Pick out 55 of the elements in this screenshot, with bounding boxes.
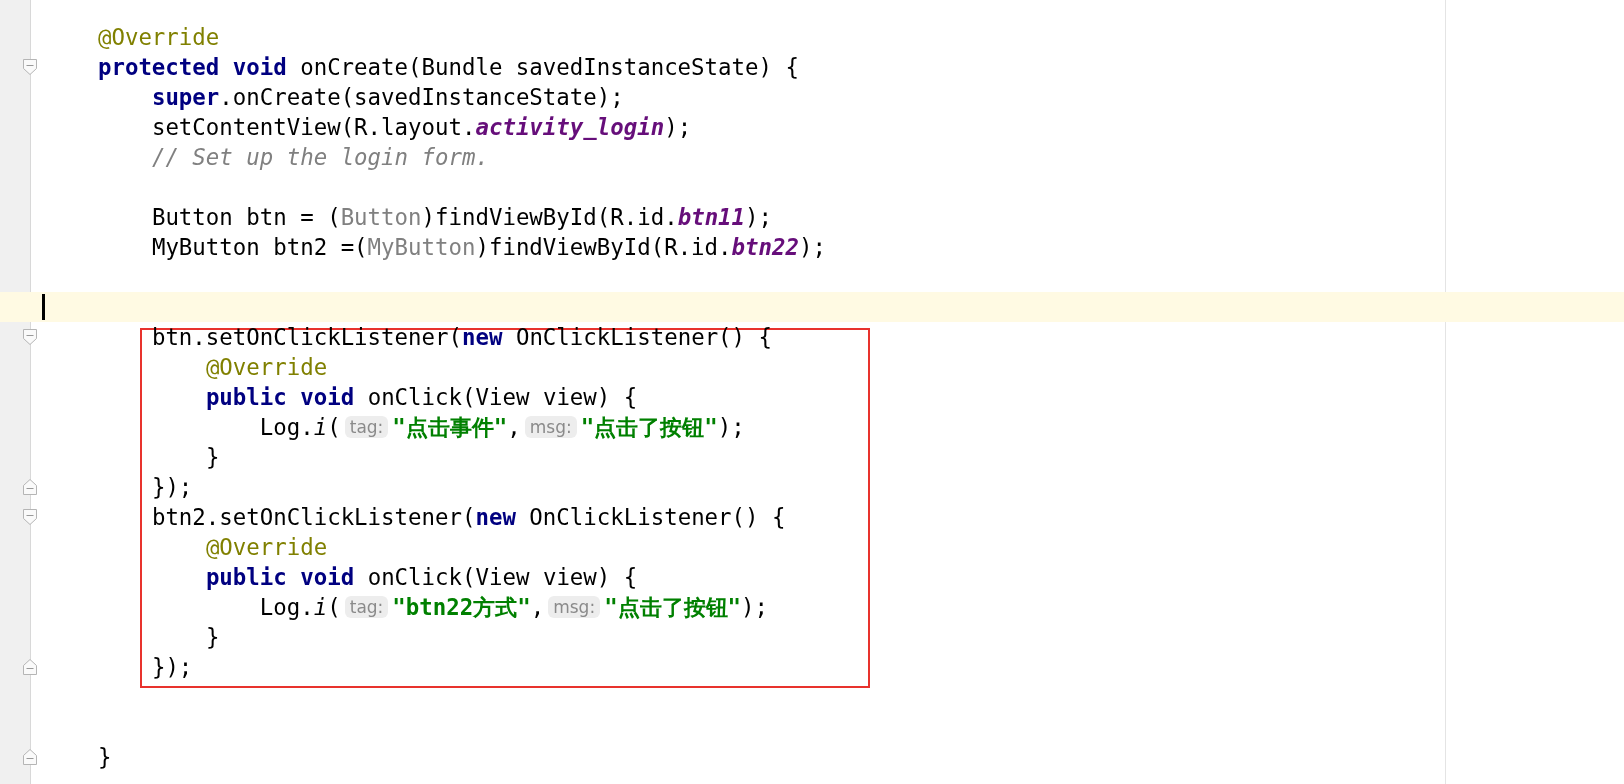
code-text: onClick(View view) { — [366, 384, 638, 410]
code-text: Button btn = ( — [151, 204, 341, 230]
keyword: protected void — [97, 54, 287, 80]
code-text: btn2.setOnClickListener( — [151, 504, 476, 530]
code-text: , — [507, 414, 521, 440]
code-text: ( — [327, 594, 341, 620]
parameter-hint: tag: — [344, 416, 389, 438]
code-text: ); — [741, 594, 769, 620]
annotation: @Override — [205, 534, 328, 560]
code-text: } — [205, 444, 220, 470]
annotation: @Override — [205, 354, 328, 380]
code-text: onCreate(Bundle savedInstanceState) { — [299, 54, 799, 80]
keyword: public void — [205, 564, 355, 590]
code-text: )findViewById(R.id. — [475, 234, 732, 260]
code-text: ); — [664, 114, 692, 140]
string-literal: "btn22方式" — [392, 592, 531, 622]
code-text: Log. — [259, 414, 314, 440]
code-text: .onCreate(savedInstanceState); — [219, 84, 624, 110]
code-text: ); — [745, 204, 773, 230]
type-name: Button — [340, 204, 422, 230]
string-literal: "点击事件" — [392, 412, 508, 442]
annotation: @Override — [97, 24, 220, 50]
type-name: MyButton — [367, 234, 476, 260]
method-name: i — [313, 414, 328, 440]
code-text: }); — [151, 474, 193, 500]
keyword: new — [475, 504, 516, 530]
keyword: new — [461, 324, 503, 350]
parameter-hint: tag: — [344, 596, 389, 618]
parameter-hint: msg: — [524, 416, 577, 438]
keyword: super — [151, 84, 220, 110]
field-reference: btn11 — [677, 204, 746, 230]
string-literal: "点击了按钮" — [580, 412, 718, 442]
code-text: onClick(View view) { — [366, 564, 638, 590]
code-text: ); — [799, 234, 826, 260]
code-text: MyButton btn2 =( — [151, 234, 368, 260]
text-caret — [42, 294, 45, 320]
code-text: )findViewById(R.id. — [421, 204, 678, 230]
code-text: ); — [717, 414, 745, 440]
field-reference: btn22 — [731, 234, 799, 260]
code-comment: // Set up the login form. — [151, 144, 489, 170]
code-text: ( — [327, 414, 341, 440]
code-text: OnClickListener() { — [514, 324, 773, 350]
code-text: } — [205, 624, 220, 650]
code-text: , — [530, 594, 545, 620]
code-text: } — [97, 744, 112, 770]
code-text: btn.setOnClickListener( — [151, 324, 462, 350]
keyword: public void — [205, 384, 355, 410]
code-text: }); — [151, 654, 193, 680]
field-reference: activity_login — [475, 114, 665, 140]
parameter-hint: msg: — [548, 596, 601, 618]
code-text: Log. — [259, 594, 314, 620]
code-text: OnClickListener() { — [528, 504, 786, 530]
code-text: setContentView(R.layout. — [151, 114, 476, 140]
method-name: i — [313, 594, 328, 620]
string-literal: "点击了按钮" — [604, 592, 742, 622]
